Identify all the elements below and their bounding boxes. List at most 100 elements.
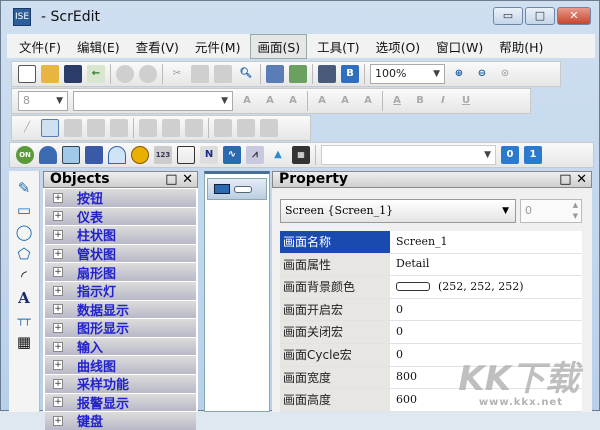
spin-arrows-icon[interactable]: ▲ ▼ <box>573 200 578 222</box>
state-0-icon[interactable]: 0 <box>501 146 519 164</box>
object-category-item[interactable]: + 报警显示 <box>45 393 196 412</box>
menu-window[interactable]: 窗口(W) <box>430 35 489 58</box>
graphic-display-icon[interactable] <box>177 146 195 164</box>
distribute-right-icon[interactable] <box>185 119 203 137</box>
save-icon[interactable] <box>64 65 82 83</box>
new-file-icon[interactable] <box>18 65 36 83</box>
sampling-icon[interactable]: ⩘ <box>246 146 264 164</box>
property-value[interactable]: Detail <box>396 253 429 275</box>
menu-options[interactable]: 选项(O) <box>370 35 427 58</box>
align-bottom-icon[interactable]: A <box>359 92 377 110</box>
maximize-button[interactable]: □ <box>525 7 555 25</box>
property-row[interactable]: 画面背景颜色 (252, 252, 252) <box>280 276 582 299</box>
build-icon[interactable]: B <box>341 65 359 83</box>
expand-icon[interactable]: + <box>53 229 63 240</box>
screen-thumbnail-tab[interactable] <box>207 178 267 200</box>
component-select[interactable]: ▼ <box>321 145 496 165</box>
expand-icon[interactable]: + <box>53 322 63 333</box>
copy-icon[interactable] <box>191 65 209 83</box>
pen-icon[interactable]: ✎ <box>14 179 34 197</box>
find-icon[interactable]: 🔍︎ <box>237 65 255 83</box>
sector-icon[interactable] <box>108 146 126 164</box>
menu-edit[interactable]: 编辑(E) <box>71 35 126 58</box>
bar-graph-icon[interactable] <box>62 146 80 164</box>
menu-component[interactable]: 元件(M) <box>189 35 247 58</box>
cut-icon[interactable]: ✂ <box>168 65 186 83</box>
property-row[interactable]: 画面名称 Screen_1 <box>280 231 582 254</box>
keyboard-icon[interactable]: ▦ <box>292 146 310 164</box>
restore-icon[interactable]: □ <box>165 172 177 187</box>
object-category-item[interactable]: + 按钮 <box>45 189 196 207</box>
expand-icon[interactable]: + <box>53 267 63 278</box>
restore-icon[interactable]: □ <box>559 172 571 187</box>
undo-icon[interactable] <box>116 65 134 83</box>
property-value[interactable]: (252, 252, 252) <box>438 276 524 298</box>
trend-icon[interactable]: ∿ <box>223 146 241 164</box>
open-folder-icon[interactable] <box>41 65 59 83</box>
minimize-button[interactable]: ▭ <box>493 7 523 25</box>
property-value[interactable]: 800 <box>396 366 417 388</box>
expand-icon[interactable]: + <box>53 397 63 408</box>
polygon-icon[interactable]: ⬠ <box>14 245 34 263</box>
line-tool-icon[interactable]: ╱ <box>18 119 36 137</box>
scale-icon[interactable]: ┬┬ <box>14 311 34 329</box>
rectangle-icon[interactable]: ▭ <box>14 201 34 219</box>
object-category-item[interactable]: + 仪表 <box>45 207 196 226</box>
bold-icon[interactable]: B <box>411 92 429 110</box>
expand-icon[interactable]: + <box>53 415 63 426</box>
menu-file[interactable]: 文件(F) <box>13 35 67 58</box>
expand-icon[interactable]: + <box>53 360 63 371</box>
distribute-left-icon[interactable] <box>139 119 157 137</box>
numeric-display-icon[interactable]: 123 <box>154 146 172 164</box>
align-objects-middle-icon[interactable] <box>237 119 255 137</box>
object-category-item[interactable]: + 扇形图 <box>45 263 196 282</box>
input-icon[interactable]: N <box>200 146 218 164</box>
expand-icon[interactable]: + <box>53 192 63 203</box>
meter-icon[interactable] <box>39 146 57 164</box>
zoom-select[interactable]: 100% ▼ <box>370 64 445 84</box>
expand-icon[interactable]: + <box>53 378 63 389</box>
font-color-icon[interactable]: A <box>388 92 406 110</box>
print-icon[interactable] <box>318 65 336 83</box>
pipe-icon[interactable] <box>85 146 103 164</box>
property-row[interactable]: 画面开启宏 0 <box>280 298 582 322</box>
align-center-icon[interactable]: A <box>261 92 279 110</box>
align-objects-left-icon[interactable] <box>64 119 82 137</box>
object-category-item[interactable]: + 输入 <box>45 337 196 356</box>
menu-tools[interactable]: 工具(T) <box>311 35 365 58</box>
italic-icon[interactable]: I <box>434 92 452 110</box>
zoom-in-icon[interactable]: ⊕ <box>450 65 468 83</box>
state-1-icon[interactable]: 1 <box>524 146 542 164</box>
property-value[interactable]: Screen_1 <box>396 231 448 253</box>
object-category-item[interactable]: + 图形显示 <box>45 319 196 337</box>
expand-icon[interactable]: + <box>53 211 63 222</box>
property-row[interactable]: 画面关闭宏 0 <box>280 321 582 344</box>
color-swatch[interactable] <box>396 282 430 292</box>
expand-icon[interactable]: + <box>53 341 63 352</box>
object-icon[interactable] <box>41 119 59 137</box>
expand-icon[interactable]: + <box>53 248 63 259</box>
align-objects-top-icon[interactable] <box>214 119 232 137</box>
property-value[interactable]: 0 <box>396 321 403 343</box>
object-category-item[interactable]: + 键盘 <box>45 412 196 430</box>
property-value[interactable]: 0 <box>396 344 403 366</box>
object-category-item[interactable]: + 指示灯 <box>45 281 196 300</box>
collapse-icon[interactable] <box>234 185 252 193</box>
menu-help[interactable]: 帮助(H) <box>493 35 549 58</box>
expand-icon[interactable]: + <box>53 285 63 296</box>
zoom-fit-icon[interactable]: ⊙ <box>496 65 514 83</box>
switch-icon[interactable]: ON <box>16 146 34 164</box>
object-category-item[interactable]: + 管状图 <box>45 244 196 263</box>
table-icon[interactable]: ▦ <box>14 333 34 351</box>
circle-icon[interactable]: ◯ <box>14 223 34 241</box>
object-category-item[interactable]: + 采样功能 <box>45 374 196 393</box>
object-category-item[interactable]: + 柱状图 <box>45 226 196 244</box>
close-icon[interactable]: ✕ <box>182 172 193 187</box>
close-icon[interactable]: ✕ <box>576 172 587 187</box>
redo-icon[interactable] <box>139 65 157 83</box>
export-icon[interactable] <box>289 65 307 83</box>
alarm-icon[interactable]: ▲ <box>269 146 287 164</box>
text-icon[interactable]: A <box>14 289 34 307</box>
paste-icon[interactable] <box>214 65 232 83</box>
font-name-select[interactable]: ▼ <box>73 91 233 111</box>
